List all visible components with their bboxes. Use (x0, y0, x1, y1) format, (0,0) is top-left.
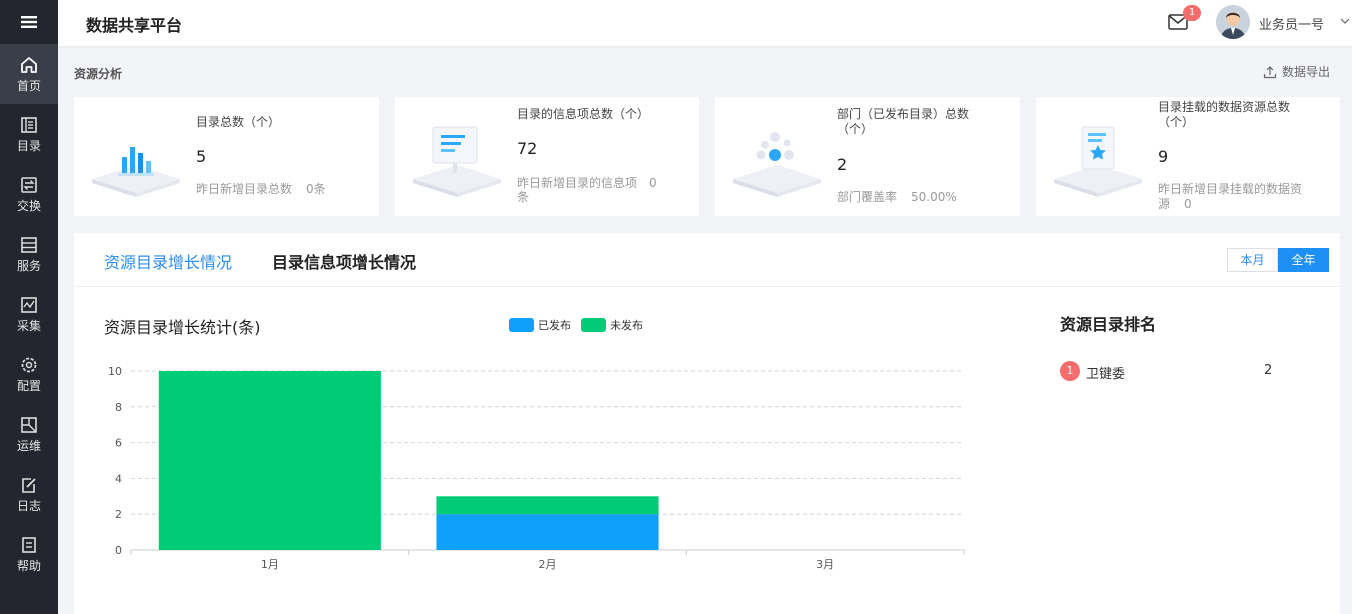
card-value: 9 (1158, 147, 1169, 166)
sidebar-item-log[interactable]: 日志 (0, 464, 58, 524)
stat-card-info-items: 目录的信息项总数（个） 72 昨日新增目录的信息项 0 条 (395, 97, 699, 216)
notification-badge: 1 (1183, 5, 1201, 21)
chevron-down-icon[interactable] (1340, 16, 1350, 26)
card-value: 72 (517, 139, 538, 158)
stat-card-catalog-total: 目录总数（个） 5 昨日新增目录总数 0条 (74, 97, 379, 216)
section-title: 资源分析 (74, 67, 123, 81)
card-sub-label: 昨日新增目录的信息项 (517, 176, 638, 190)
card-value: 2 (837, 155, 848, 174)
bar-chart-illustration-icon (92, 147, 180, 197)
sidebar-item-config[interactable]: 配置 (0, 344, 58, 404)
card-title: 部门（已发布目录）总数 (837, 107, 970, 121)
growth-bar-chart: 0 2 4 6 8 10 1月 2月 3月 (108, 365, 965, 571)
card-sub-value: 0 (1184, 197, 1192, 211)
card-sub-value: 0 (649, 176, 657, 190)
y-tick-label: 10 (108, 365, 122, 378)
sidebar-item-exchange[interactable]: 交换 (0, 164, 58, 224)
sidebar-item-help[interactable]: 帮助 (0, 524, 58, 584)
sidebar-item-service[interactable]: 服务 (0, 224, 58, 284)
card-sub-label: 昨日新增目录总数 (196, 182, 293, 196)
card-sub: 部门覆盖率 50.00% (837, 190, 957, 204)
card-sub-value: 50.00% (911, 190, 957, 204)
sidebar-item-collect[interactable]: 采集 (0, 284, 58, 344)
network-illustration-icon (733, 132, 821, 197)
x-tick-label: 1月 (261, 558, 279, 571)
card-sub: 昨日新增目录的信息项 0 (517, 176, 657, 190)
sidebar-item-label: 交换 (16, 199, 41, 213)
x-tick-label: 2月 (539, 558, 557, 571)
y-tick-label: 8 (115, 401, 122, 414)
card-sub-tail: 条 (517, 190, 530, 204)
card-sub-label: 部门覆盖率 (837, 190, 898, 204)
card-sub: 昨日新增目录总数 0条 (196, 182, 326, 196)
y-tick-label: 6 (115, 437, 122, 450)
x-tick-label: 3月 (816, 558, 834, 571)
card-sub-label: 昨日新增目录挂载的数据资 (1158, 182, 1303, 196)
catalog-icon (21, 117, 37, 133)
sidebar: 首页 目录 交换 服务 采集 配置 运维 日志 帮助 (0, 0, 58, 614)
card-title: 目录总数（个） (196, 115, 281, 129)
export-label: 数据导出 (1282, 65, 1331, 79)
sidebar-item-catalog[interactable]: 目录 (0, 104, 58, 164)
document-illustration-icon (413, 126, 501, 197)
sidebar-item-label: 配置 (16, 379, 41, 393)
tab-bar: 资源目录增长情况 目录信息项增长情况 本月 全年 (74, 233, 1340, 287)
help-icon (22, 537, 36, 553)
period-month-button[interactable]: 本月 (1227, 248, 1278, 272)
ops-icon (21, 417, 37, 433)
growth-panel: 资源目录增长情况 目录信息项增长情况 本月 全年 资源目录增长统计(条) 已发布… (74, 233, 1340, 614)
log-icon (22, 478, 36, 493)
tab-catalog-growth[interactable]: 资源目录增长情况 (104, 249, 232, 273)
card-title-line2: （个） (1158, 115, 1195, 129)
sidebar-item-label: 服务 (16, 259, 41, 273)
bar-unpublished (436, 496, 659, 515)
app-title: 数据共享平台 (86, 16, 183, 35)
stat-card-departments: 部门（已发布目录）总数 （个） 2 部门覆盖率 50.00% (715, 97, 1020, 216)
hamburger-icon (21, 16, 37, 28)
export-button[interactable]: 数据导出 (1263, 63, 1330, 80)
user-avatar-icon (1216, 5, 1250, 39)
card-title: 目录的信息项总数（个） (517, 107, 650, 121)
sidebar-item-label: 目录 (16, 139, 41, 153)
period-toggle: 本月 全年 (1227, 248, 1329, 272)
tab-info-item-growth[interactable]: 目录信息项增长情况 (272, 249, 416, 273)
card-sub: 源0 (1158, 197, 1192, 211)
sidebar-item-label: 采集 (16, 319, 41, 333)
card-value: 5 (196, 147, 207, 166)
upload-icon (1263, 65, 1277, 78)
service-icon (21, 237, 37, 253)
home-icon (21, 57, 37, 73)
top-bar: 数据共享平台 1 业务员一号 (58, 0, 1352, 46)
sidebar-item-label: 运维 (16, 439, 41, 453)
ranking-title: 资源目录排名 (1060, 315, 1157, 334)
ranking-row: 1 卫键委 2 (1060, 360, 1280, 382)
rank-name: 卫键委 (1086, 367, 1126, 382)
card-sub-label-line2: 源 (1158, 197, 1171, 211)
stat-card-mounted-resources: 目录挂载的数据资源总数 （个） 9 昨日新增目录挂载的数据资 源0 (1036, 97, 1340, 216)
bar-unpublished (158, 371, 381, 550)
rank-badge: 1 (1060, 361, 1080, 381)
y-tick-label: 2 (115, 508, 122, 521)
certificate-illustration-icon (1054, 126, 1142, 197)
y-tick-label: 4 (115, 472, 122, 485)
avatar[interactable] (1216, 5, 1250, 39)
bar-published (436, 514, 659, 550)
period-year-button[interactable]: 全年 (1278, 248, 1329, 272)
y-tick-label: 0 (115, 544, 122, 557)
sidebar-item-label: 首页 (16, 79, 41, 93)
menu-toggle-button[interactable] (0, 0, 58, 44)
collect-icon (21, 297, 37, 313)
sidebar-item-home[interactable]: 首页 (0, 44, 58, 104)
sidebar-item-label: 帮助 (16, 559, 41, 573)
sidebar-item-label: 日志 (16, 499, 41, 513)
sidebar-item-ops[interactable]: 运维 (0, 404, 58, 464)
gear-icon (21, 357, 37, 373)
card-title-line2: （个） (837, 122, 874, 136)
card-title: 目录挂载的数据资源总数 (1158, 100, 1291, 114)
rank-value: 2 (1264, 363, 1273, 378)
exchange-icon (21, 177, 37, 193)
user-name[interactable]: 业务员一号 (1259, 14, 1324, 33)
card-sub-value: 0条 (306, 182, 326, 196)
